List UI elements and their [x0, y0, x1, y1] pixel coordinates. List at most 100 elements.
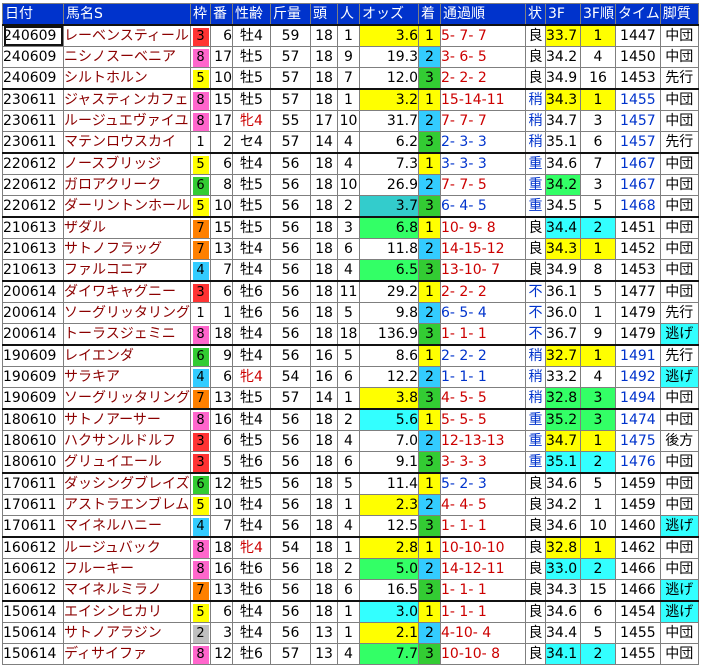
cell-last3f: 34.9 [545, 67, 581, 90]
table-row[interactable]: 170611 マイネルハニー 4 7 牡4 56 18 4 12.5 3 1- 1- 1 良 34.6 1… [2, 515, 699, 538]
table-row[interactable]: 230611 ジャスティンカフェ 8 15 牡5 57 18 1 3.2 1 15-14-11 稍 34… [2, 88, 699, 111]
cell-date: 170611 [2, 515, 64, 538]
table-row[interactable]: 150614 ディサイファ 8 12 牡6 57 13 4 7.7 3 10-10- 8 良 34.1 2… [2, 643, 699, 665]
table-row[interactable]: 210613 ザダル 7 15 牡5 56 18 3 6.8 1 10- 9- 8 良 34.4 2 145… [2, 216, 699, 239]
cell-time: 1457 [615, 110, 661, 132]
col-header-running-style[interactable]: 脚質 [659, 3, 699, 26]
col-header-weight[interactable]: 斤量 [270, 3, 311, 26]
gate-badge: 2 [192, 625, 209, 643]
cell-horse-name: サトノアーサー [63, 408, 191, 431]
table-row[interactable]: 210613 ファルコニア 4 7 牡4 56 18 4 6.5 3 13-10- 7 良 34.9 8 1… [2, 259, 699, 282]
cell-gate: 6 [190, 174, 211, 196]
table-row[interactable]: 180610 ハクサンルドルフ 3 6 牡5 56 18 4 7.0 2 12-13-13 重 34.7… [2, 430, 699, 452]
table-row[interactable]: 200614 トーラスジェミニ 8 18 牡4 56 18 18 136.9 3 1- 1- 1不3… [2, 323, 699, 346]
cell-field-size: 18 [310, 558, 338, 580]
table-row[interactable]: 190609 サラキア 4 6 牝4 54 16 6 12.2 2 1- 1- 1 稍 33.2 4 149… [2, 366, 699, 388]
table-row[interactable]: 150614 エイシンヒカリ 5 6 牡4 56 18 1 3.0 1 1- 1- 1 良 34.6 6 1… [2, 600, 699, 623]
gate-badge: 7 [192, 582, 209, 600]
col-header-last3f-rank[interactable]: 3F順 [580, 3, 616, 26]
cell-weight: 57 [270, 67, 311, 90]
cell-running-style: 先行 [659, 131, 699, 154]
table-row[interactable]: 200614 ダイワキャグニー 3 6 牡6 56 18 11 29.2 1 2- 2- 2 不 36.… [2, 280, 699, 303]
cell-horse-name: ニシノスーベニア [63, 46, 191, 68]
col-header-finish[interactable]: 着 [418, 3, 441, 26]
cell-field-size: 17 [310, 110, 338, 132]
cell-passing-order: 1- 1- 1 [440, 323, 526, 346]
table-row[interactable]: 200614 ソーグリッタリング 1 1 牡6 56 18 5 9.8 2 6- 5- 4 不 36.0… [2, 302, 699, 324]
cell-last3f-rank: 3 [580, 174, 616, 196]
table-row[interactable]: 240609 シルトホルン 5 10 牡5 57 18 7 12.0 3 2- 2- 2 良 34.9 1… [2, 67, 699, 90]
table-row[interactable]: 220612 ダーリントンホール 5 10 牡5 56 18 2 3.7 3 6- 4- 5 重 34.… [2, 195, 699, 218]
cell-weight: 57 [270, 643, 311, 665]
table-row[interactable]: 160612 ルージュバック 8 18 牝4 54 18 1 2.8 1 10-10-10 良 32.8… [2, 536, 699, 559]
cell-date: 210613 [2, 238, 64, 260]
cell-finish: 2 [418, 46, 441, 68]
cell-gate: 7 [190, 387, 211, 410]
cell-finish: 3 [418, 579, 441, 602]
cell-sex-age: 牡5 [232, 174, 271, 196]
cell-weight: 56 [270, 622, 311, 644]
col-header-last3f[interactable]: 3F [545, 3, 581, 26]
cell-weight: 56 [270, 280, 311, 303]
cell-finish: 3 [418, 451, 441, 474]
cell-date: 180610 [2, 408, 64, 431]
table-row[interactable]: 240609 レーベンスティール 3 6 牡4 59 18 1 3.6 1 5- 7- 7 良 33.7… [2, 24, 699, 47]
cell-going: 不 [525, 280, 546, 303]
table-row[interactable]: 180610 サトノアーサー 8 16 牡4 56 18 2 5.6 1 5- 5- 5 重 35.2 3… [2, 408, 699, 431]
col-header-field-size[interactable]: 頭 [310, 3, 338, 26]
table-row[interactable]: 180610 グリュイエール 3 5 牡6 56 18 6 9.1 3 3- 3- 3 重 35.1 2 1… [2, 451, 699, 474]
cell-weight: 56 [270, 216, 311, 239]
table-row[interactable]: 160612 マイネルミラノ 7 13 牡6 56 18 6 16.5 3 1- 1- 1 良 34.3… [2, 579, 699, 602]
cell-date: 190609 [2, 366, 64, 388]
cell-last3f-rank: 4 [580, 46, 616, 68]
cell-time: 1494 [615, 387, 661, 410]
table-row[interactable]: 190609 レイエンダ 6 9 牡4 56 16 5 8.6 1 2- 2- 2 稍 32.7 1 149… [2, 344, 699, 367]
table-row[interactable]: 220612 ノースブリッジ 5 6 牡4 56 18 4 7.3 1 3- 3- 3 重 34.6 7 1… [2, 152, 699, 175]
cell-field-size: 18 [310, 280, 338, 303]
col-header-odds[interactable]: オッズ [359, 3, 419, 26]
table-row[interactable]: 170611 ダッシングブレイズ 6 12 牡5 56 18 5 11.4 1 5- 2- 3 良 34… [2, 472, 699, 495]
col-header-number[interactable]: 番 [210, 3, 233, 26]
col-header-horse[interactable]: 馬名S [63, 3, 191, 26]
cell-field-size: 18 [310, 67, 338, 90]
table-row[interactable]: 190609 ソーグリッタリング 7 13 牡5 57 14 1 3.8 3 4- 5- 5 稍 32.… [2, 387, 699, 410]
table-row[interactable]: 160612 フルーキー 8 16 牡6 56 18 2 5.0 2 14-12-11 良 33.0 2 1… [2, 558, 699, 580]
cell-horse-number: 16 [210, 558, 233, 580]
cell-last3f: 34.3 [545, 579, 581, 602]
table-row[interactable]: 240609 ニシノスーベニア 8 17 牡5 57 18 9 19.3 2 3- 6- 5 良 34.… [2, 46, 699, 68]
col-header-gate[interactable]: 枠 [190, 3, 211, 26]
cell-horse-name: マイネルミラノ [63, 579, 191, 602]
cell-sex-age: 牡6 [232, 579, 271, 602]
gate-badge: 8 [192, 540, 209, 558]
col-header-popularity[interactable]: 人 [337, 3, 360, 26]
cell-last3f: 34.4 [545, 622, 581, 644]
cell-horse-number: 8 [210, 174, 233, 196]
table-row[interactable]: 150614 サトノアラジン 2 3 牡4 56 13 1 2.1 2 4-10- 4 良 34.4 5 1… [2, 622, 699, 644]
col-header-going[interactable]: 状 [525, 3, 546, 26]
table-row[interactable]: 220612 ガロアクリーク 6 8 牡5 56 18 10 26.9 2 7- 7- 5 重 34.2… [2, 174, 699, 196]
cell-last3f-rank: 5 [580, 280, 616, 303]
cell-horse-name: ルージュエヴァイユ [63, 110, 191, 132]
cell-field-size: 16 [310, 344, 338, 367]
cell-weight: 56 [270, 494, 311, 516]
cell-weight: 56 [270, 238, 311, 260]
cell-going: 良 [525, 558, 546, 580]
col-header-sex-age[interactable]: 性齢 [232, 3, 271, 26]
col-header-time[interactable]: タイム [615, 3, 661, 26]
results-table-window: 日付 馬名S 枠 番 性齢 斤量 頭 人 オッズ 着 通過順 状 3F 3F順 … [0, 0, 715, 665]
cell-time: 1476 [615, 451, 661, 474]
cell-popularity: 1 [337, 387, 360, 410]
col-header-date[interactable]: 日付 [2, 3, 64, 26]
col-header-passing[interactable]: 通過順 [440, 3, 526, 26]
cell-gate: 3 [190, 451, 211, 474]
table-row[interactable]: 170611 アストラエンブレム 5 10 牡4 56 18 1 2.3 2 4- 4- 5 良 34.… [2, 494, 699, 516]
cell-gate: 8 [190, 408, 211, 431]
cell-last3f-rank: 1 [580, 494, 616, 516]
table-row[interactable]: 210613 サトノフラッグ 7 13 牡4 56 18 6 11.8 2 14-15-12 良 34.… [2, 238, 699, 260]
table-row[interactable]: 230611 マテンロウスカイ 1 2 セ4 57 14 4 6.2 3 2- 3- 3 稍 35.1 6… [2, 131, 699, 154]
cell-running-style: 逃げ [659, 323, 699, 346]
gate-badge: 8 [192, 326, 209, 344]
cell-running-style: 中団 [659, 152, 699, 175]
cell-last3f: 34.4 [545, 216, 581, 239]
table-row[interactable]: 230611 ルージュエヴァイユ 8 17 牝4 55 17 10 31.7 2 7- 7- 7稍3… [2, 110, 699, 132]
